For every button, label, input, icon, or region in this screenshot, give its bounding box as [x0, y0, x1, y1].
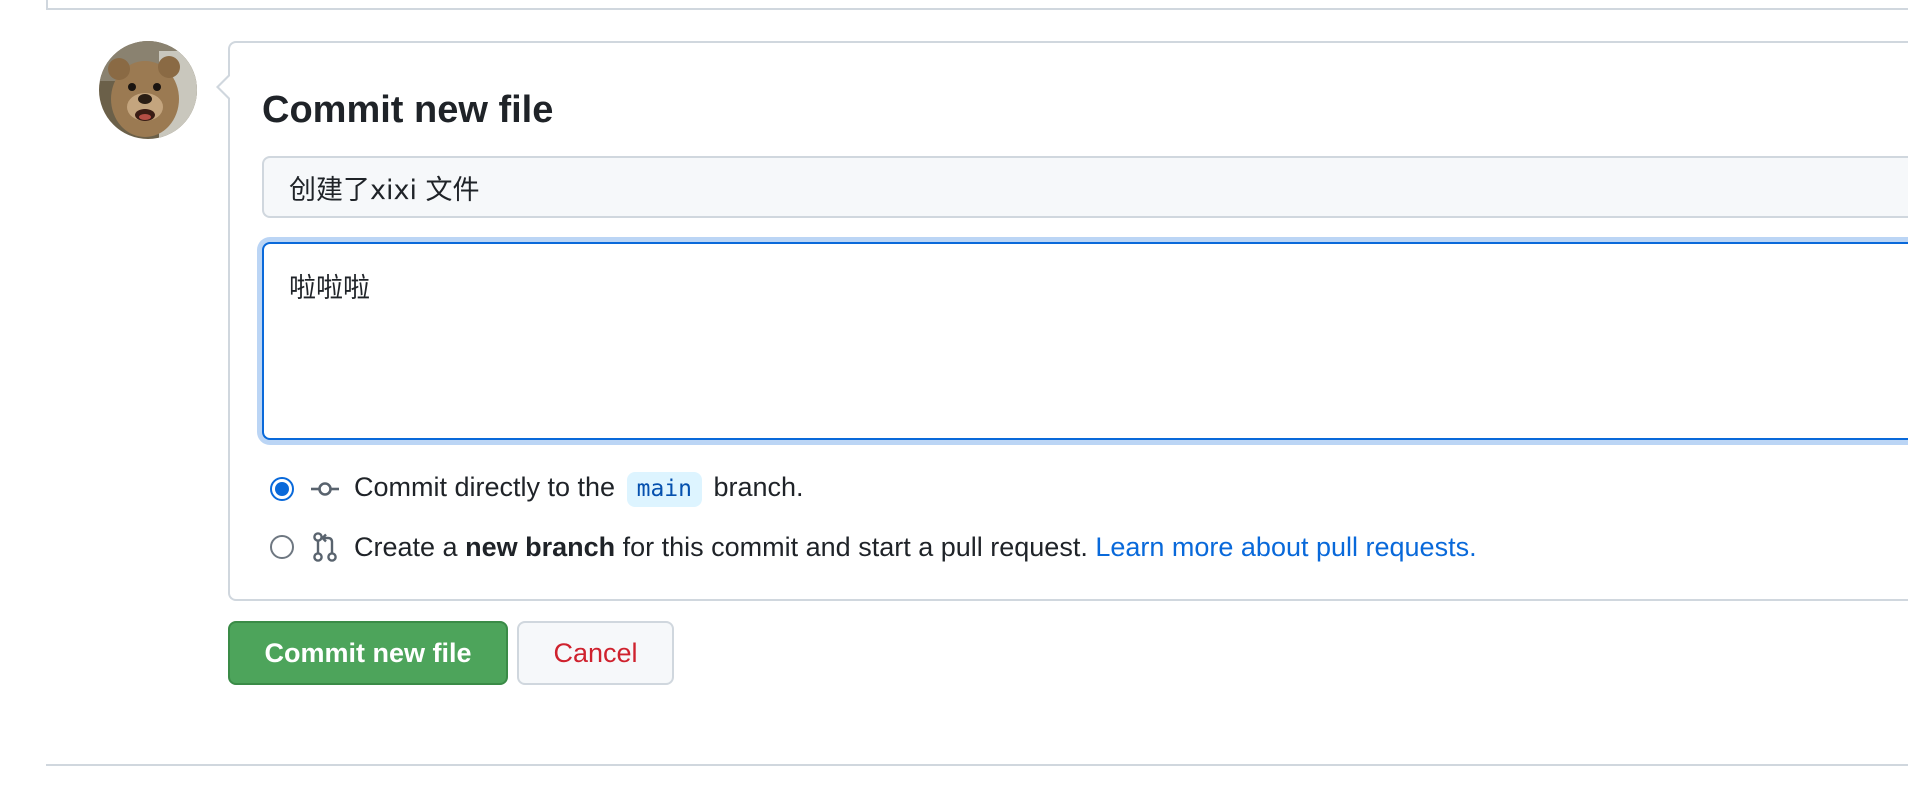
option-commit-direct-suffix: branch.	[713, 471, 804, 502]
git-pull-request-icon	[309, 531, 341, 563]
option-commit-direct-text: Commit directly to the main branch.	[354, 471, 804, 507]
option-new-branch[interactable]: Create a new branch for this commit and …	[270, 527, 1477, 567]
option-new-branch-prefix: Create a	[354, 531, 458, 562]
commit-summary-input[interactable]	[262, 156, 1908, 218]
branch-name-badge: main	[626, 471, 702, 507]
option-commit-direct-prefix: Commit directly to the	[354, 471, 616, 502]
commit-new-file-button[interactable]: Commit new file	[228, 621, 508, 685]
radio-commit-direct[interactable]	[270, 477, 294, 501]
option-new-branch-text: Create a new branch for this commit and …	[354, 532, 1477, 563]
top-divider	[46, 8, 1908, 10]
commit-page: Commit new file 啦啦啦 Commit directly to t…	[0, 0, 1908, 812]
avatar-image	[99, 41, 197, 139]
option-new-branch-bold: new branch	[465, 531, 616, 562]
form-title: Commit new file	[262, 89, 554, 131]
git-commit-icon	[309, 473, 341, 505]
radio-new-branch[interactable]	[270, 535, 294, 559]
learn-more-pull-requests-link[interactable]: Learn more about pull requests.	[1095, 532, 1476, 562]
commit-form: Commit new file 啦啦啦 Commit directly to t…	[216, 41, 1908, 601]
option-commit-direct[interactable]: Commit directly to the main branch.	[270, 469, 804, 509]
cancel-button[interactable]: Cancel	[517, 621, 674, 685]
commit-description-textarea[interactable]: 啦啦啦	[262, 242, 1908, 440]
bottom-divider	[46, 764, 1908, 766]
option-new-branch-middle: for this commit and start a pull request…	[622, 531, 1088, 562]
box-caret-fill	[219, 75, 231, 99]
avatar	[99, 41, 197, 139]
